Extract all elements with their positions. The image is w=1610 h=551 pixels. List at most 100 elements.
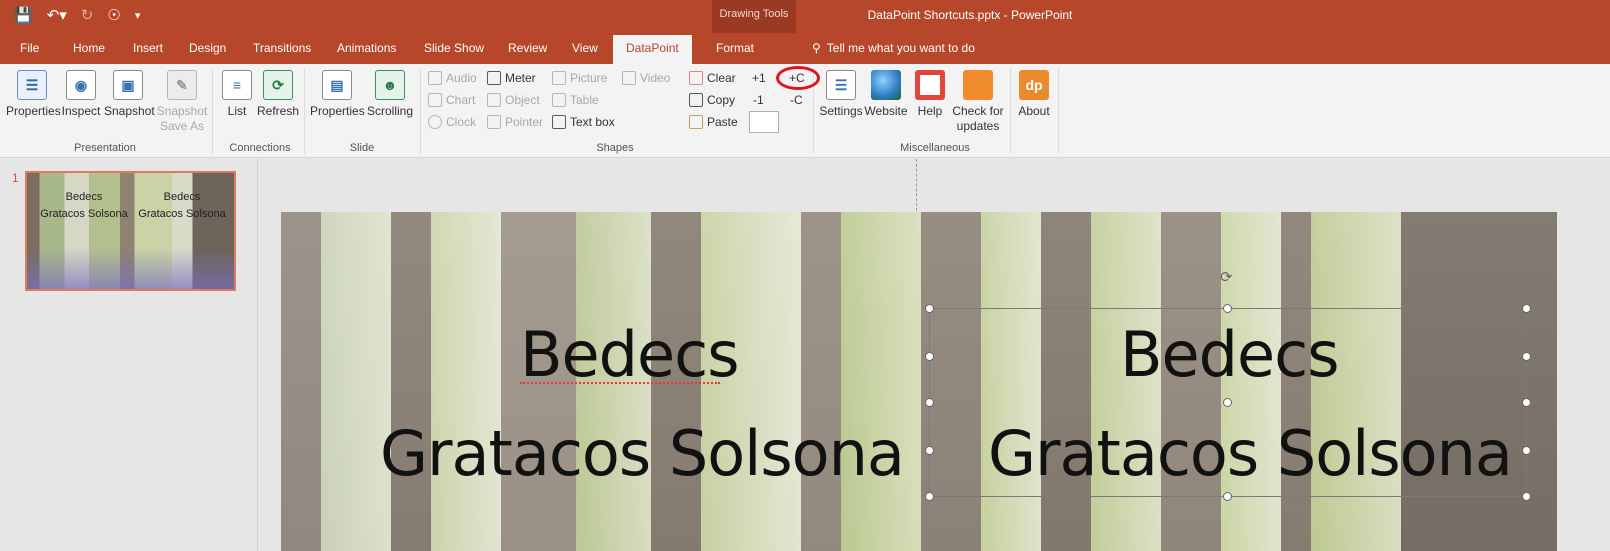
help-button[interactable]: Help	[912, 70, 948, 119]
globe-icon	[871, 70, 901, 100]
meter-button[interactable]: Meter	[487, 69, 536, 87]
snapshot-save-as-button[interactable]: ✎ Snapshot Save As	[156, 70, 208, 134]
clear-button[interactable]: Clear	[689, 69, 736, 87]
object-icon	[487, 93, 501, 107]
resize-handle[interactable]	[1522, 304, 1531, 313]
rotate-handle-icon[interactable]: ⟳	[1220, 268, 1236, 286]
datapoint-logo-icon: dp	[1019, 70, 1049, 100]
copy-icon	[689, 93, 703, 107]
group-label-miscellaneous: Miscellaneous	[900, 142, 970, 154]
resize-handle[interactable]	[1223, 398, 1232, 407]
presentation-properties-button[interactable]: ☰ Properties	[6, 70, 61, 119]
inspect-icon: ◉	[66, 70, 96, 100]
resize-handle[interactable]	[925, 398, 934, 407]
tab-design[interactable]: Design	[189, 41, 226, 55]
tab-datapoint[interactable]: DataPoint	[613, 35, 692, 64]
picture-button[interactable]: Picture	[552, 69, 607, 87]
customize-icon[interactable]: ▾	[135, 6, 141, 26]
textbox-button[interactable]: Text box	[552, 113, 615, 131]
tab-animations[interactable]: Animations	[337, 41, 396, 55]
list-icon: ≡	[222, 70, 252, 100]
properties-icon: ☰	[17, 70, 47, 100]
resize-handle[interactable]	[1522, 352, 1531, 361]
save-icon[interactable]: 💾	[14, 6, 33, 26]
copy-button[interactable]: Copy	[689, 91, 735, 109]
camera-icon: ▣	[113, 70, 143, 100]
slide-thumbnails-pane: 1 Bedecs Gratacos Solsona Bedecs Grataco…	[0, 159, 258, 551]
group-label-shapes: Shapes	[596, 142, 634, 154]
resize-handle[interactable]	[1522, 492, 1531, 501]
group-label-presentation: Presentation	[74, 142, 136, 154]
picture-icon	[552, 71, 566, 85]
audio-icon	[428, 71, 442, 85]
pointer-icon	[487, 115, 501, 129]
redo-icon[interactable]: ↻	[81, 6, 94, 26]
tab-home[interactable]: Home	[73, 41, 105, 55]
thumbnail-text-left: Bedecs Gratacos Solsona	[40, 191, 128, 220]
refresh-icon: ⟳	[263, 70, 293, 100]
undo-icon[interactable]: ↶▾	[47, 6, 67, 26]
tab-file[interactable]: File	[20, 41, 39, 55]
document-title: DataPoint Shortcuts.pptx - PowerPoint	[867, 8, 1073, 22]
tab-transitions[interactable]: Transitions	[253, 41, 311, 55]
resize-handle[interactable]	[925, 352, 934, 361]
audio-button[interactable]: Audio	[428, 69, 477, 87]
group-divider	[420, 68, 421, 154]
resize-handle[interactable]	[925, 304, 934, 313]
tab-format[interactable]: Format	[716, 41, 754, 55]
scrolling-icon: ☻	[375, 70, 405, 100]
video-button[interactable]: Video	[622, 69, 670, 87]
meter-icon	[487, 71, 501, 85]
chart-button[interactable]: Chart	[428, 91, 475, 109]
slide-properties-button[interactable]: ▤ Properties	[310, 70, 365, 119]
resize-handle[interactable]	[925, 446, 934, 455]
tab-review[interactable]: Review	[508, 41, 547, 55]
context-group-title: Drawing Tools	[719, 8, 789, 20]
save-as-icon: ✎	[167, 70, 197, 100]
tab-view[interactable]: View	[572, 41, 598, 55]
connections-list-button[interactable]: ≡ List	[222, 70, 252, 119]
resize-handle[interactable]	[1522, 398, 1531, 407]
group-divider	[304, 68, 305, 154]
table-button[interactable]: Table	[552, 91, 599, 109]
eraser-icon	[689, 71, 703, 85]
object-button[interactable]: Object	[487, 91, 540, 109]
settings-button[interactable]: ☰ Settings	[818, 70, 864, 119]
refresh-button[interactable]: ⟳ Refresh	[256, 70, 300, 119]
plus-one-button[interactable]: +1	[752, 69, 766, 87]
slide-number: 1	[12, 171, 19, 185]
resize-handle[interactable]	[1522, 446, 1531, 455]
minus-one-button[interactable]: -1	[753, 91, 764, 109]
resize-handle[interactable]	[925, 492, 934, 501]
clock-button[interactable]: Clock	[428, 113, 476, 131]
slide-properties-icon: ▤	[322, 70, 352, 100]
highlight-ring	[776, 66, 820, 90]
value-input[interactable]	[749, 111, 779, 133]
paste-button[interactable]: Paste	[689, 113, 738, 131]
snapshot-button[interactable]: ▣ Snapshot	[104, 70, 155, 119]
slide-thumbnail[interactable]: Bedecs Gratacos Solsona Bedecs Gratacos …	[25, 171, 236, 291]
spellcheck-underline	[520, 380, 720, 384]
tab-insert[interactable]: Insert	[133, 41, 163, 55]
table-icon	[552, 93, 566, 107]
title-bar: 💾 ↶▾ ↻ ☉ ▾	[0, 0, 1610, 33]
paste-icon	[689, 115, 703, 129]
quick-access-toolbar: 💾 ↶▾ ↻ ☉ ▾	[14, 6, 140, 26]
resize-handle[interactable]	[1223, 304, 1232, 313]
scrolling-button[interactable]: ☻ Scrolling	[366, 70, 414, 119]
textbox-icon	[552, 115, 566, 129]
touch-mode-icon[interactable]: ☉	[107, 6, 120, 26]
group-divider	[1058, 68, 1059, 154]
lightbulb-icon: ⚲	[812, 41, 821, 55]
left-text-line2[interactable]: Gratacos Solsona	[380, 417, 905, 490]
tab-slideshow[interactable]: Slide Show	[424, 41, 484, 55]
tell-me-search[interactable]: ⚲ Tell me what you want to do	[812, 41, 975, 55]
minus-c-button[interactable]: -C	[790, 91, 803, 109]
clock-icon	[428, 115, 442, 129]
inspect-button[interactable]: ◉ Inspect	[60, 70, 102, 119]
check-updates-button[interactable]: Check for updates	[950, 70, 1006, 134]
pointer-button[interactable]: Pointer	[487, 113, 543, 131]
about-button[interactable]: dp About	[1014, 70, 1054, 119]
resize-handle[interactable]	[1223, 492, 1232, 501]
website-button[interactable]: Website	[864, 70, 908, 119]
